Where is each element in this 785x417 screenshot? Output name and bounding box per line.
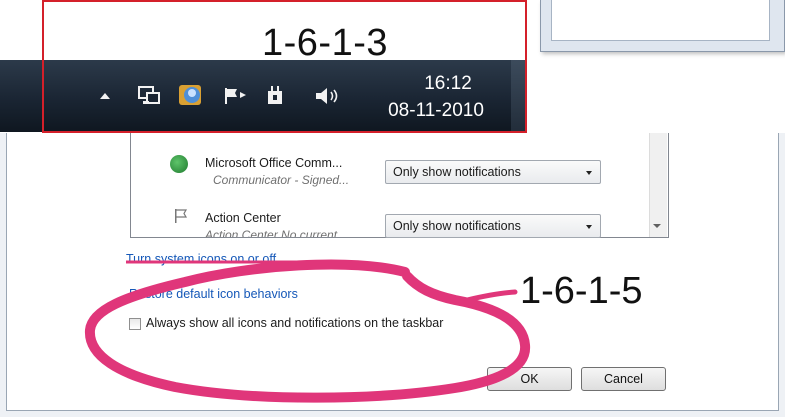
power-icon[interactable] bbox=[266, 85, 286, 107]
behavior-select-value: Only show notifications bbox=[393, 165, 521, 179]
ok-button[interactable]: OK bbox=[487, 367, 572, 391]
communicator-icon bbox=[170, 155, 188, 173]
behavior-select-action-center[interactable]: Only show notifications bbox=[385, 214, 601, 238]
behavior-select-value: Only show notifications bbox=[393, 219, 521, 233]
chevron-down-icon bbox=[586, 171, 592, 175]
show-hidden-icons-arrow[interactable] bbox=[100, 93, 110, 99]
restore-defaults-link[interactable]: Restore default icon behaviors bbox=[129, 287, 298, 301]
annotation-label-top: 1-6-1-3 bbox=[262, 22, 388, 64]
communicator-icon[interactable] bbox=[176, 80, 206, 110]
annotation-label-side: 1-6-1-5 bbox=[520, 270, 643, 312]
highlight-frame-top bbox=[42, 0, 527, 2]
window-fragment-client bbox=[551, 0, 770, 41]
always-show-label[interactable]: Always show all icons and notifications … bbox=[146, 316, 443, 330]
behavior-select-communicator[interactable]: Only show notifications bbox=[385, 160, 601, 184]
clock-time[interactable]: 16:12 bbox=[410, 73, 486, 95]
chevron-down-icon bbox=[586, 225, 592, 229]
row-sub-clip: Action Center No current bbox=[202, 228, 382, 237]
row-name-communicator: Microsoft Office Comm... bbox=[205, 156, 343, 170]
row-sub-action-center: Action Center No current bbox=[205, 228, 338, 237]
system-icons-link[interactable]: Turn system icons on or off bbox=[126, 252, 276, 266]
volume-icon[interactable] bbox=[314, 86, 344, 106]
show-desktop-button[interactable] bbox=[511, 60, 527, 132]
action-center-flag-icon[interactable] bbox=[223, 86, 249, 106]
scroll-down-arrow[interactable] bbox=[653, 224, 661, 228]
list-scrollbar[interactable] bbox=[649, 133, 667, 237]
flag-icon bbox=[175, 209, 188, 223]
always-show-checkbox[interactable] bbox=[129, 318, 141, 330]
window-fragment bbox=[540, 0, 785, 52]
row-name-action-center: Action Center bbox=[205, 211, 281, 225]
row-sub-communicator: Communicator - Signed... bbox=[213, 173, 350, 187]
cancel-button[interactable]: Cancel bbox=[581, 367, 666, 391]
clock-date[interactable]: 08-11-2010 bbox=[376, 100, 496, 122]
network-icon[interactable] bbox=[137, 85, 161, 107]
